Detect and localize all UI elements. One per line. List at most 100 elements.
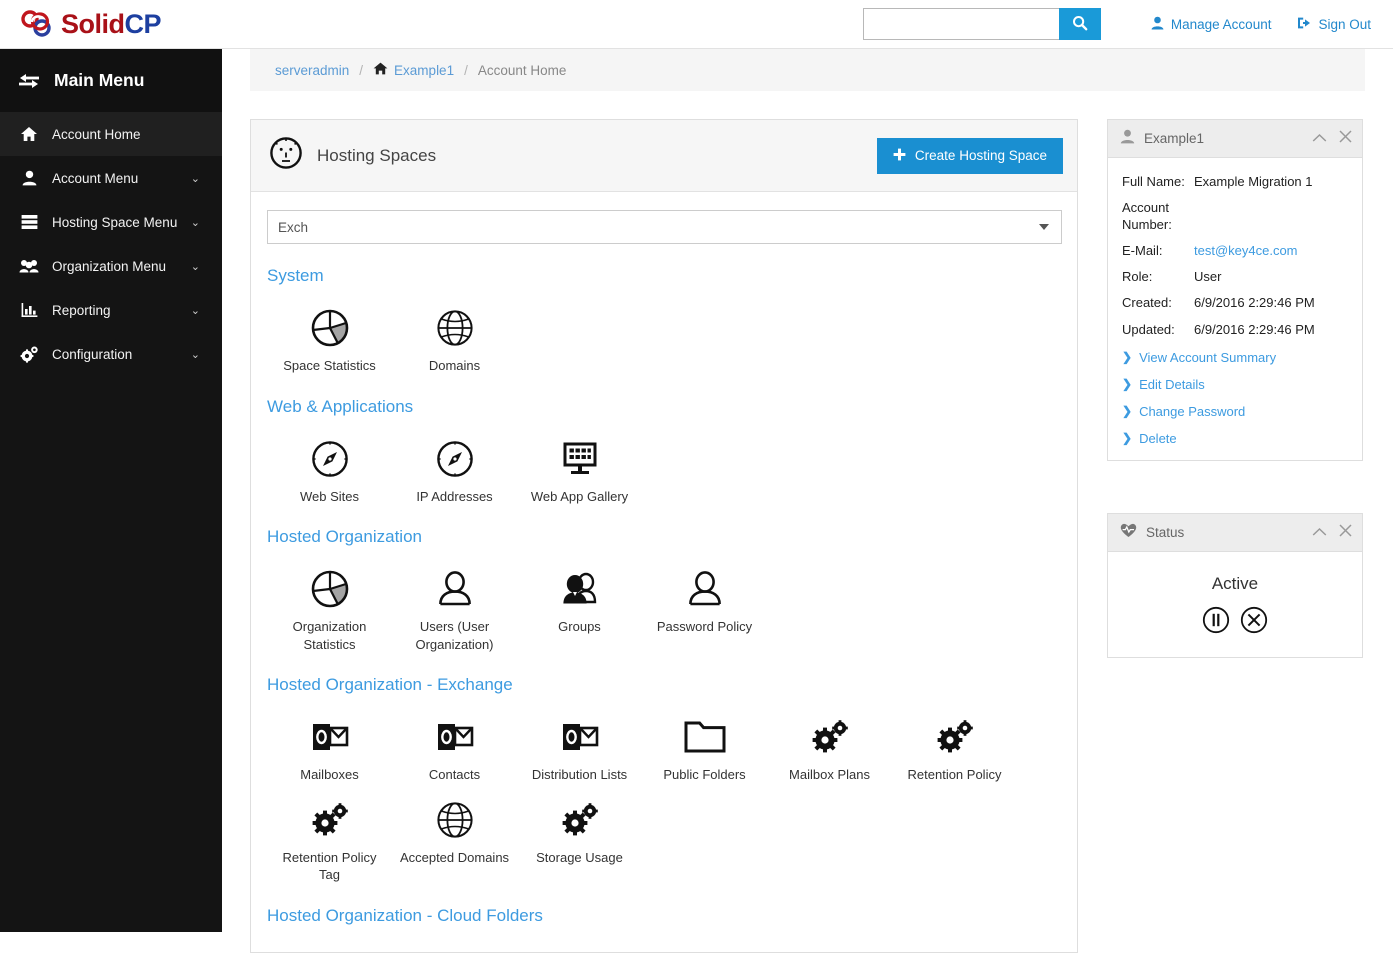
outlook-mail-icon bbox=[436, 715, 474, 759]
status-panel-actions bbox=[1312, 524, 1352, 541]
brand-logo[interactable]: SolidCP bbox=[20, 8, 161, 40]
create-hosting-space-label: Create Hosting Space bbox=[915, 148, 1047, 163]
chevron-down-icon: ⌄ bbox=[191, 260, 200, 273]
tile-label: Users (User Organization) bbox=[399, 618, 511, 653]
tile-space-statistics[interactable]: Space Statistics bbox=[267, 292, 392, 375]
sidebar-item-hosting-space-menu[interactable]: Hosting Space Menu ⌄ bbox=[0, 200, 222, 244]
field-key: Updated: bbox=[1122, 322, 1194, 338]
tile-domains[interactable]: Domains bbox=[392, 292, 517, 375]
breadcrumb-root[interactable]: serveradmin bbox=[275, 63, 349, 78]
edit-details-link[interactable]: ❯ Edit Details bbox=[1122, 377, 1348, 392]
tile-distribution-lists[interactable]: Distribution Lists bbox=[517, 701, 642, 784]
tile-label: Retention Policy bbox=[908, 766, 1002, 784]
chevron-down-icon bbox=[1039, 224, 1049, 230]
section-title-hosted-organization: Hosted Organization bbox=[267, 527, 1061, 547]
status-panel-header: Status bbox=[1108, 514, 1362, 552]
close-icon[interactable] bbox=[1339, 524, 1352, 541]
card-header: Hosting Spaces Create Hosting Space bbox=[251, 120, 1077, 192]
change-password-link[interactable]: ❯ Change Password bbox=[1122, 404, 1348, 419]
pause-circle-icon[interactable] bbox=[1202, 606, 1230, 639]
close-icon[interactable] bbox=[1339, 130, 1352, 147]
tile-accepted-domains[interactable]: Accepted Domains bbox=[392, 784, 517, 884]
tile-label: Distribution Lists bbox=[532, 766, 627, 784]
compass-icon bbox=[310, 437, 350, 481]
tile-storage-usage[interactable]: Storage Usage bbox=[517, 784, 642, 884]
link-label: Delete bbox=[1139, 431, 1177, 446]
search-input[interactable] bbox=[863, 8, 1059, 40]
tile-public-folders[interactable]: Public Folders bbox=[642, 701, 767, 784]
delete-link[interactable]: ❯ Delete bbox=[1122, 431, 1348, 446]
manage-account-link[interactable]: Manage Account bbox=[1151, 16, 1272, 33]
sidebar-header[interactable]: Main Menu bbox=[0, 49, 222, 112]
sign-out-icon bbox=[1297, 16, 1311, 33]
account-field-updated: Updated: 6/9/2016 2:29:46 PM bbox=[1122, 322, 1348, 338]
account-panel-body: Full Name: Example Migration 1 Account N… bbox=[1108, 158, 1362, 460]
user-icon bbox=[1151, 16, 1164, 33]
account-panel: Example1 Full Name: Example Migration 1 … bbox=[1107, 119, 1363, 461]
cloud-logo-icon bbox=[20, 8, 54, 40]
tile-web-sites[interactable]: Web Sites bbox=[267, 423, 392, 506]
link-label: Edit Details bbox=[1139, 377, 1205, 392]
sidebar-item-configuration[interactable]: Configuration ⌄ bbox=[0, 332, 222, 376]
account-panel-title: Example1 bbox=[1144, 131, 1204, 146]
link-label: View Account Summary bbox=[1139, 350, 1276, 365]
tile-retention-policy[interactable]: Retention Policy bbox=[892, 701, 1017, 784]
tile-password-policy[interactable]: Password Policy bbox=[642, 553, 767, 653]
sidebar-item-label: Organization Menu bbox=[52, 259, 166, 274]
field-value-email-link[interactable]: test@key4ce.com bbox=[1194, 243, 1298, 259]
tile-label: Organization Statistics bbox=[274, 618, 386, 653]
chevron-up-icon[interactable] bbox=[1312, 131, 1327, 147]
tile-web-app-gallery[interactable]: Web App Gallery bbox=[517, 423, 642, 506]
section-items-hosted-organization-exchange: Mailboxes Contacts bbox=[267, 701, 1061, 884]
tile-ip-addresses[interactable]: IP Addresses bbox=[392, 423, 517, 506]
group-filled-icon bbox=[560, 567, 600, 611]
section-title-system: System bbox=[267, 266, 1061, 286]
create-hosting-space-button[interactable]: Create Hosting Space bbox=[877, 138, 1063, 174]
folder-icon bbox=[684, 715, 726, 759]
chevron-right-icon: ❯ bbox=[1122, 404, 1132, 418]
chevron-up-icon[interactable] bbox=[1312, 525, 1327, 541]
tile-users-user-organization[interactable]: Users (User Organization) bbox=[392, 553, 517, 653]
sidebar-item-label: Hosting Space Menu bbox=[52, 215, 177, 230]
chevron-down-icon: ⌄ bbox=[191, 304, 200, 317]
sidebar-item-account-home[interactable]: Account Home bbox=[0, 112, 222, 156]
search-button[interactable] bbox=[1059, 8, 1101, 40]
sidebar-item-reporting[interactable]: Reporting ⌄ bbox=[0, 288, 222, 332]
section-title-hosted-organization-cloud-folders: Hosted Organization - Cloud Folders bbox=[267, 906, 1061, 926]
tile-mailbox-plans[interactable]: Mailbox Plans bbox=[767, 701, 892, 784]
tile-organization-statistics[interactable]: Organization Statistics bbox=[267, 553, 392, 653]
chevron-right-icon: ❯ bbox=[1122, 431, 1132, 445]
sidebar-item-organization-menu[interactable]: Organization Menu ⌄ bbox=[0, 244, 222, 288]
bar-chart-icon bbox=[14, 302, 44, 318]
account-field-full-name: Full Name: Example Migration 1 bbox=[1122, 174, 1348, 190]
tile-contacts[interactable]: Contacts bbox=[392, 701, 517, 784]
heartbeat-icon bbox=[1120, 523, 1137, 543]
gears-icon bbox=[810, 715, 850, 759]
chevron-down-icon: ⌄ bbox=[191, 216, 200, 229]
section-items-web-applications: Web Sites IP Ad bbox=[267, 423, 1061, 506]
status-action-buttons bbox=[1122, 606, 1348, 639]
breadcrumb-account[interactable]: Example1 bbox=[394, 63, 454, 78]
tile-groups[interactable]: Groups bbox=[517, 553, 642, 653]
search-icon bbox=[1072, 15, 1088, 34]
breadcrumb-separator: / bbox=[464, 63, 468, 78]
status-panel-title: Status bbox=[1146, 525, 1184, 540]
manage-account-label: Manage Account bbox=[1171, 17, 1272, 32]
hosting-space-select[interactable]: Exch bbox=[267, 210, 1062, 244]
status-panel: Status Active bbox=[1107, 513, 1363, 658]
hosting-space-select-value: Exch bbox=[278, 220, 308, 235]
user-icon bbox=[1120, 129, 1135, 149]
sign-out-link[interactable]: Sign Out bbox=[1297, 16, 1371, 33]
top-bar-right: Manage Account Sign Out bbox=[863, 8, 1371, 40]
group-icon bbox=[14, 258, 44, 274]
tile-retention-policy-tag[interactable]: Retention Policy Tag bbox=[267, 784, 392, 884]
compass-icon bbox=[435, 437, 475, 481]
tile-label: Mailboxes bbox=[300, 766, 359, 784]
view-account-summary-link[interactable]: ❯ View Account Summary bbox=[1122, 350, 1348, 365]
status-panel-body: Active bbox=[1108, 552, 1362, 657]
sidebar-item-account-menu[interactable]: Account Menu ⌄ bbox=[0, 156, 222, 200]
brand-wordmark: SolidCP bbox=[61, 11, 161, 38]
tile-mailboxes[interactable]: Mailboxes bbox=[267, 701, 392, 784]
field-key: Role: bbox=[1122, 269, 1194, 285]
cancel-circle-icon[interactable] bbox=[1240, 606, 1268, 639]
